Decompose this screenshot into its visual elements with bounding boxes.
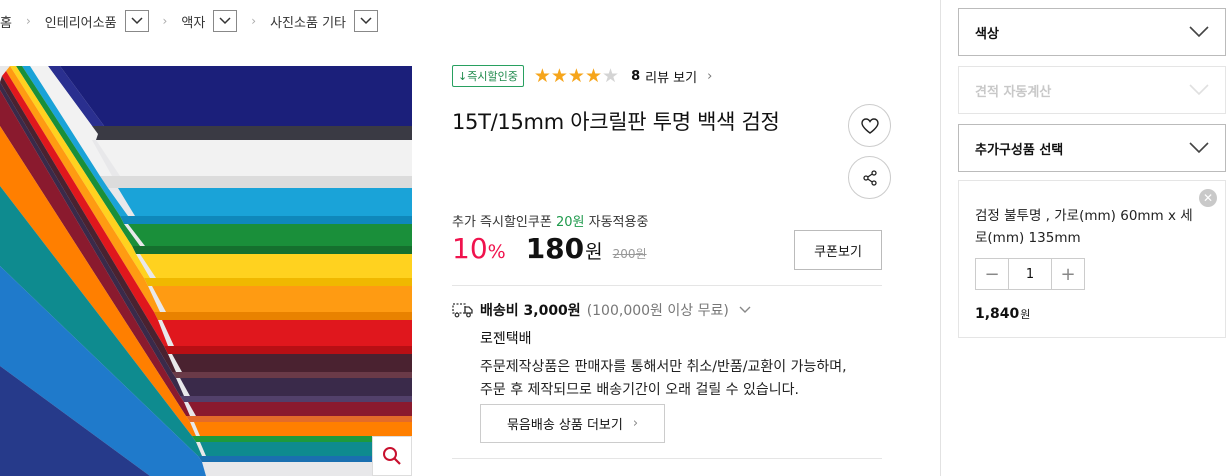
- breadcrumb-dropdown-button[interactable]: [354, 10, 378, 32]
- addon-option-select[interactable]: 추가구성품 선택: [958, 124, 1226, 172]
- selected-option-description: 검정 불투명 , 가로(mm) 60mm x 세로(mm) 135mm: [975, 208, 1193, 246]
- coupon-amount: 20원: [555, 215, 585, 230]
- chevron-right-icon: ›: [251, 14, 257, 28]
- rating-stars: ★ ★ ★ ★ ★: [533, 64, 620, 87]
- estimate-option-select[interactable]: 견적 자동계산: [958, 66, 1226, 114]
- review-link[interactable]: 리뷰 보기: [645, 67, 697, 86]
- panel-divider: [940, 0, 941, 476]
- selected-option-price: 1,840원: [975, 306, 1209, 322]
- addon-option-label: 추가구성품 선택: [975, 142, 1064, 158]
- discount-rate: 10: [452, 232, 488, 265]
- acrylic-sheets-photo: [0, 66, 412, 476]
- coupon-info: 추가 즉시할인쿠폰 20원 자동적용중: [452, 211, 648, 230]
- shipping-fee: 배송비 3,000원: [480, 303, 581, 319]
- courier-name: 로젠택배: [480, 331, 532, 347]
- chevron-down-icon: [1189, 84, 1209, 96]
- star-icon: ★: [567, 64, 585, 87]
- bundle-shipping-label: 묶음배송 상품 더보기: [506, 418, 623, 433]
- close-icon[interactable]: ✕: [1199, 189, 1217, 207]
- chevron-down-icon: [739, 304, 751, 317]
- star-icon: ★: [533, 64, 551, 87]
- sale-price: 180: [525, 232, 585, 265]
- selected-price-unit: 원: [1020, 308, 1031, 321]
- shipping-notice-line2: 주문 후 제작되므로 배송기간이 오래 걸릴 수 있습니다.: [480, 382, 799, 398]
- truck-icon: [452, 303, 473, 318]
- breadcrumb-item: 사진소품 기타: [270, 10, 378, 32]
- color-option-select[interactable]: 색상: [958, 8, 1226, 56]
- heart-icon: [860, 117, 879, 134]
- breadcrumb-label[interactable]: 인테리어소품: [45, 12, 117, 31]
- star-icon: ★: [550, 64, 568, 87]
- quantity-decrease-button[interactable]: −: [976, 259, 1008, 289]
- selected-option-item: ✕ 검정 불투명 , 가로(mm) 60mm x 세로(mm) 135mm − …: [958, 180, 1226, 338]
- selected-price-value: 1,840: [975, 306, 1020, 322]
- breadcrumb: 홈 › 인테리어소품 › 액자 › 사진소품 기타: [0, 10, 378, 32]
- divider: [452, 458, 882, 459]
- divider: [452, 285, 882, 286]
- review-count[interactable]: 8: [631, 69, 640, 84]
- price-unit: 원: [585, 241, 603, 263]
- instant-discount-badge: ↓즉시할인중: [452, 65, 524, 87]
- original-price: 200원: [612, 247, 647, 261]
- breadcrumb-home[interactable]: 홈: [0, 12, 12, 31]
- coupon-view-button[interactable]: 쿠폰보기: [794, 230, 882, 270]
- rating-row: ↓즉시할인중 ★ ★ ★ ★ ★ 8 리뷰 보기 ›: [452, 64, 882, 88]
- share-icon: [862, 169, 877, 186]
- breadcrumb-dropdown-button[interactable]: [124, 10, 149, 32]
- chevron-right-icon: ›: [707, 68, 713, 84]
- discount-unit: %: [487, 241, 506, 263]
- breadcrumb-label[interactable]: 사진소품 기타: [270, 12, 346, 31]
- star-empty-icon: ★: [602, 64, 620, 87]
- quantity-increase-button[interactable]: +: [1052, 259, 1084, 289]
- product-image[interactable]: [0, 66, 412, 476]
- star-icon: ★: [584, 64, 603, 87]
- wishlist-button[interactable]: [848, 104, 891, 147]
- price-row: 10 % 180 원 200원: [452, 232, 647, 265]
- zoom-button[interactable]: [372, 436, 412, 476]
- coupon-suffix: 자동적용중: [588, 215, 649, 230]
- chevron-down-icon: [131, 17, 143, 25]
- shipping-notice-line1: 주문제작상품은 판매자를 통해서만 취소/반품/교환이 가능하며,: [480, 359, 847, 375]
- quantity-stepper: − 1 +: [975, 258, 1085, 290]
- chevron-down-icon: [1189, 142, 1209, 154]
- bundle-shipping-button[interactable]: 묶음배송 상품 더보기 ›: [480, 404, 665, 443]
- chevron-down-icon: [1189, 26, 1209, 38]
- color-option-label: 색상: [975, 26, 999, 42]
- breadcrumb-label[interactable]: 액자: [181, 12, 205, 31]
- chevron-right-icon: ›: [632, 416, 639, 431]
- chevron-down-icon: [360, 17, 372, 25]
- product-info: ↓즉시할인중 ★ ★ ★ ★ ★ 8 리뷰 보기 › 15T/15mm 아크릴판…: [452, 64, 891, 459]
- breadcrumb-item: 액자: [181, 10, 238, 32]
- chevron-right-icon: ›: [162, 14, 168, 28]
- quantity-input[interactable]: 1: [1008, 259, 1052, 289]
- shipping-row[interactable]: 배송비 3,000원 (100,000원 이상 무료): [452, 300, 751, 320]
- breadcrumb-dropdown-button[interactable]: [213, 10, 238, 32]
- chevron-down-icon: [219, 17, 231, 25]
- free-shipping-threshold: (100,000원 이상 무료): [586, 303, 729, 319]
- coupon-prefix: 추가 즉시할인쿠폰: [452, 215, 552, 230]
- breadcrumb-item: 인테리어소품: [45, 10, 149, 32]
- product-title: 15T/15mm 아크릴판 투명 백색 검정: [452, 110, 780, 134]
- chevron-right-icon: ›: [25, 14, 31, 28]
- estimate-option-label: 견적 자동계산: [975, 84, 1052, 100]
- share-button[interactable]: [848, 156, 891, 199]
- search-icon: [383, 447, 401, 465]
